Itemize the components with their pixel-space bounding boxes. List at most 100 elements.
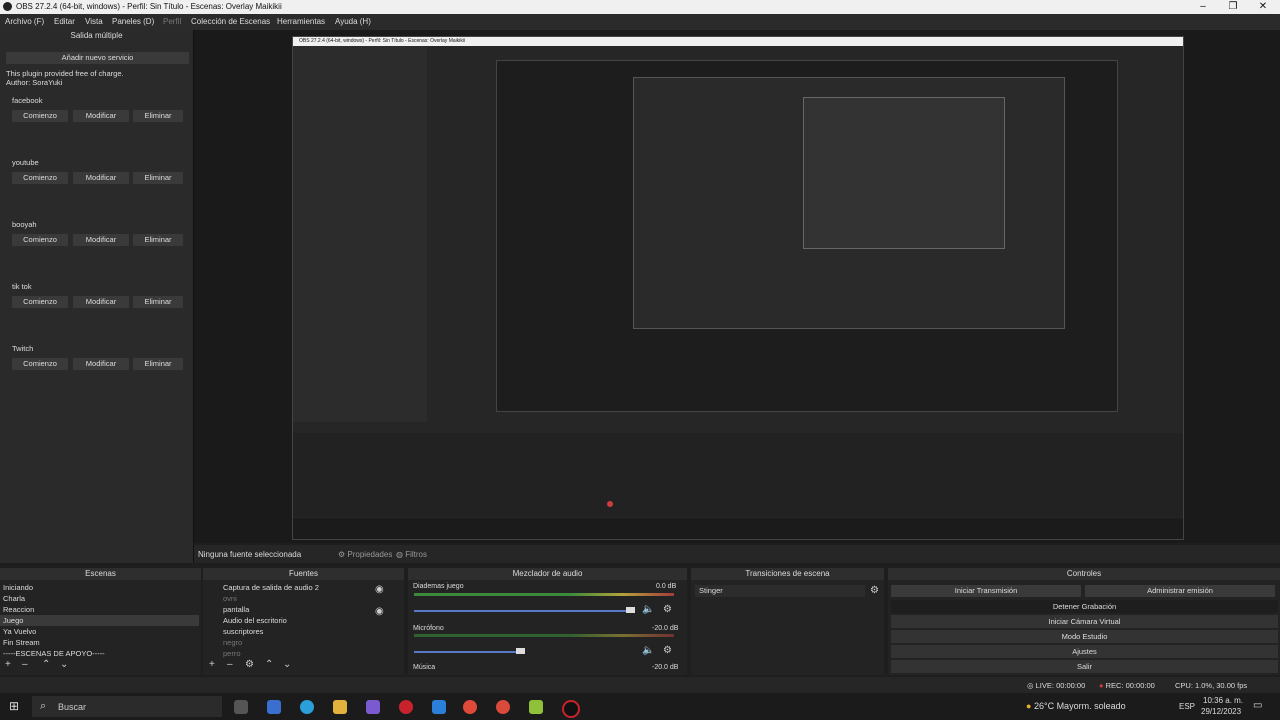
- delete-button[interactable]: Eliminar: [133, 110, 183, 122]
- stop-recording-button[interactable]: Detener Grabación: [891, 600, 1278, 613]
- chrome-profile-icon[interactable]: [496, 700, 510, 714]
- add-service-button[interactable]: Añadir nuevo servicio: [6, 52, 189, 64]
- menu-archivo[interactable]: Archivo (F): [5, 17, 44, 26]
- menu-coleccion[interactable]: Colección de Escenas: [191, 17, 270, 26]
- scene-item[interactable]: Iniciando: [0, 582, 199, 593]
- scene-item[interactable]: Ya Vuelvo: [0, 626, 199, 637]
- window-title: OBS 27.2.4 (64-bit, windows) - Perfil: S…: [16, 2, 282, 11]
- menu-perfil[interactable]: Perfil: [163, 17, 181, 26]
- opera-icon[interactable]: [399, 700, 413, 714]
- add-source-icon[interactable]: +: [209, 659, 215, 670]
- menu-editar[interactable]: Editar: [54, 17, 75, 26]
- start-button[interactable]: Comienzo: [12, 110, 68, 122]
- close-button[interactable]: ✕: [1248, 0, 1278, 14]
- mute-speaker-icon[interactable]: 🔈: [642, 604, 654, 615]
- exit-button[interactable]: Salir: [891, 660, 1278, 673]
- menu-ayuda[interactable]: Ayuda (H): [335, 17, 371, 26]
- source-item[interactable]: negro: [203, 637, 419, 648]
- task-view-icon[interactable]: [234, 700, 248, 714]
- mail-icon[interactable]: [432, 700, 446, 714]
- properties-button[interactable]: ⚙ Propiedades: [338, 550, 392, 559]
- filters-button[interactable]: ◍ Filtros: [396, 550, 427, 559]
- service-name: tik tok: [12, 282, 32, 291]
- scene-item[interactable]: Fin Stream: [0, 637, 199, 648]
- source-item[interactable]: Audio del escritorio: [203, 615, 419, 626]
- start-button[interactable]: Comienzo: [12, 296, 68, 308]
- menu-vista[interactable]: Vista: [85, 17, 103, 26]
- channel-db: 0.0 dB: [656, 583, 677, 590]
- move-up-icon[interactable]: ⌃: [42, 659, 50, 670]
- start-button[interactable]: Comienzo: [12, 172, 68, 184]
- visibility-eye-icon[interactable]: ◉: [375, 606, 384, 617]
- live-time: LIVE: 00:00:00: [1035, 681, 1086, 690]
- start-button[interactable]: Comienzo: [12, 358, 68, 370]
- windows-start-icon[interactable]: ⊞: [9, 699, 19, 713]
- add-scene-icon[interactable]: +: [5, 659, 11, 670]
- sources-list: Captura de salida de audio 2 ovni pantal…: [203, 580, 404, 675]
- maximize-button[interactable]: ❐: [1218, 0, 1248, 14]
- transitions-panel: Stinger ⚙: [691, 580, 884, 675]
- store-icon[interactable]: [267, 700, 281, 714]
- channel-gear-icon[interactable]: ⚙: [663, 645, 672, 656]
- language[interactable]: ESP: [1179, 702, 1195, 711]
- delete-button[interactable]: Eliminar: [133, 296, 183, 308]
- scene-item[interactable]: Reaccion: [0, 604, 199, 615]
- taskbar-search[interactable]: ⌕ Buscar: [32, 696, 222, 717]
- channel-gear-icon[interactable]: ⚙: [663, 604, 672, 615]
- source-item[interactable]: ovni: [203, 593, 419, 604]
- delete-button[interactable]: Eliminar: [133, 358, 183, 370]
- modify-button[interactable]: Modificar: [73, 296, 129, 308]
- delete-button[interactable]: Eliminar: [133, 172, 183, 184]
- visibility-eye-icon[interactable]: ◉: [375, 584, 384, 595]
- volume-knob[interactable]: [516, 648, 525, 654]
- chrome-icon[interactable]: [463, 700, 477, 714]
- remove-source-icon[interactable]: –: [227, 659, 233, 670]
- search-icon: ⌕: [40, 700, 47, 712]
- studio-mode-button[interactable]: Modo Estudio: [891, 630, 1278, 643]
- volume-slider[interactable]: [414, 651, 524, 653]
- clock-time[interactable]: 10:36 a. m.: [1203, 696, 1243, 705]
- transition-gear-icon[interactable]: ⚙: [870, 585, 879, 596]
- start-button[interactable]: Comienzo: [12, 234, 68, 246]
- app-icon[interactable]: [529, 700, 543, 714]
- modify-button[interactable]: Modificar: [73, 172, 129, 184]
- explorer-icon[interactable]: [333, 700, 347, 714]
- move-down-icon[interactable]: ⌄: [283, 659, 291, 670]
- speaker-icon[interactable]: 🔈: [642, 645, 654, 656]
- start-stream-button[interactable]: Iniciar Transmisión: [891, 585, 1081, 597]
- scene-item[interactable]: -----ESCENAS DE APOYO-----: [0, 648, 199, 659]
- volume-slider[interactable]: [414, 610, 634, 612]
- modify-button[interactable]: Modificar: [73, 234, 129, 246]
- remove-scene-icon[interactable]: –: [22, 659, 28, 670]
- source-item[interactable]: pantalla: [203, 604, 419, 615]
- source-item[interactable]: perro: [203, 648, 419, 659]
- transition-select[interactable]: Stinger: [695, 585, 865, 597]
- source-settings-gear-icon[interactable]: ⚙: [245, 659, 254, 670]
- scene-item[interactable]: Charla: [0, 593, 199, 604]
- modify-button[interactable]: Modificar: [73, 110, 129, 122]
- move-up-icon[interactable]: ⌃: [265, 659, 273, 670]
- start-virtual-cam-button[interactable]: Iniciar Cámara Virtual: [891, 615, 1278, 628]
- notifications-icon[interactable]: ▭: [1253, 700, 1262, 711]
- manage-broadcast-button[interactable]: Administrar emisión: [1085, 585, 1275, 597]
- delete-button[interactable]: Eliminar: [133, 234, 183, 246]
- app-icon[interactable]: [366, 700, 380, 714]
- menu-bar: Archivo (F) Editar Vista Paneles (D) Per…: [0, 14, 1280, 30]
- modify-button[interactable]: Modificar: [73, 358, 129, 370]
- minimize-button[interactable]: –: [1188, 0, 1218, 14]
- menu-paneles[interactable]: Paneles (D): [112, 17, 154, 26]
- service-name: booyah: [12, 220, 37, 229]
- clock-date[interactable]: 29/12/2023: [1201, 707, 1241, 716]
- sources-header: Fuentes: [203, 568, 404, 580]
- edge-icon[interactable]: [300, 700, 314, 714]
- menu-herramientas[interactable]: Herramientas: [277, 17, 325, 26]
- properties-label: Propiedades: [347, 550, 393, 559]
- nested-title: OBS 27.2.4 (64-bit, windows) - Perfil: S…: [299, 38, 466, 44]
- obs-icon[interactable]: [562, 700, 580, 718]
- volume-knob[interactable]: [626, 607, 635, 613]
- move-down-icon[interactable]: ⌄: [60, 659, 68, 670]
- settings-button[interactable]: Ajustes: [891, 645, 1278, 658]
- scene-item-selected[interactable]: Juego: [0, 615, 199, 626]
- source-item[interactable]: suscriptores: [203, 626, 419, 637]
- source-item[interactable]: Captura de salida de audio 2: [203, 582, 419, 593]
